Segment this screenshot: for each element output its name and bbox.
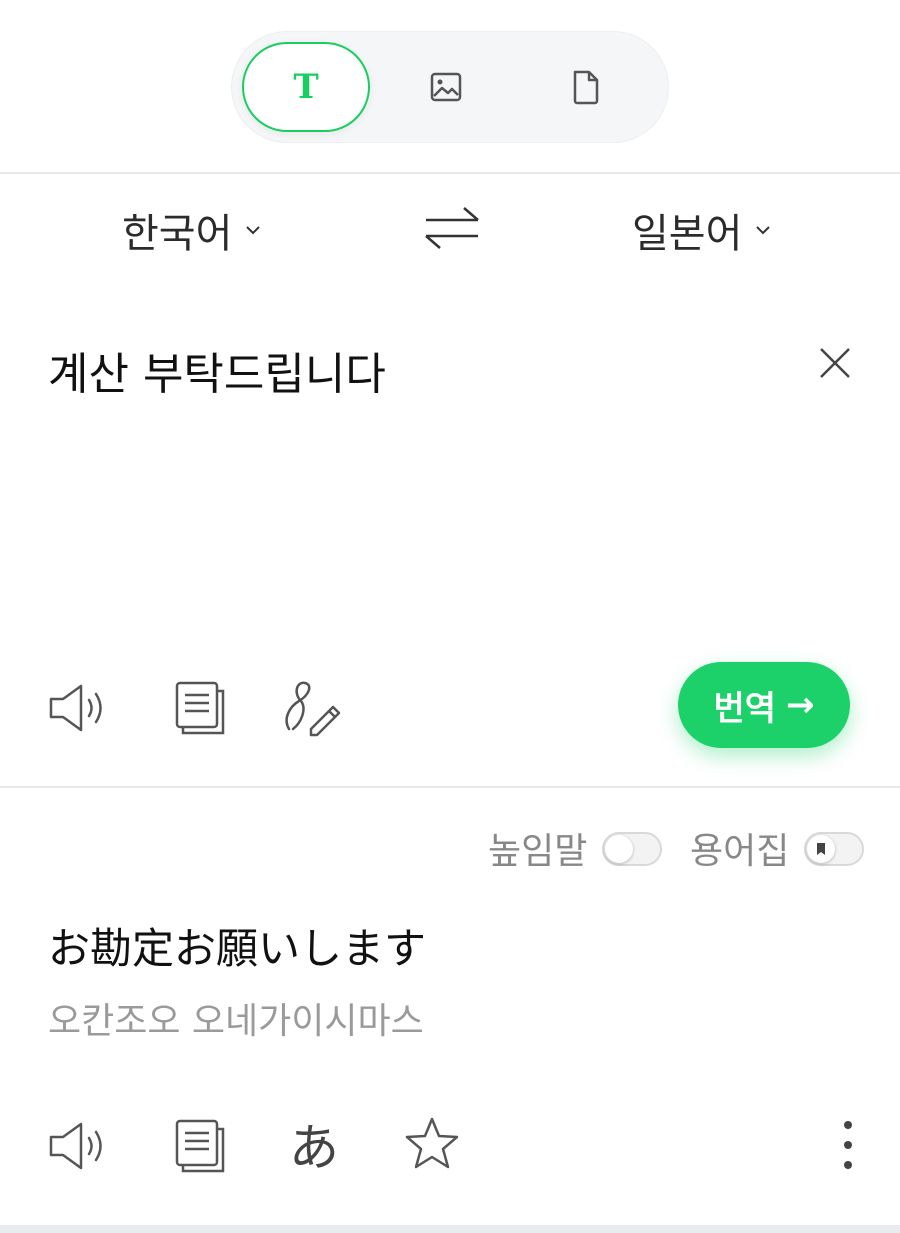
toggle-knob (605, 835, 633, 863)
text-T-icon: T (293, 67, 319, 107)
bottom-edge (0, 1225, 900, 1233)
result-copy-button[interactable] (166, 1114, 230, 1178)
source-speak-button[interactable] (46, 676, 110, 740)
source-language-label: 한국어 (122, 211, 233, 257)
target-language-label: 일본어 (632, 211, 743, 257)
target-language-select[interactable]: 일본어 (632, 200, 772, 260)
honorific-label: 높임말 (488, 831, 588, 872)
copy-icon (175, 1119, 225, 1173)
kana-button[interactable]: あ (282, 1112, 346, 1177)
input-mode-switch: T (231, 31, 669, 143)
speaker-icon (49, 1122, 102, 1170)
section-divider (0, 786, 900, 788)
text-mode-tab[interactable]: T (242, 42, 370, 132)
close-icon (820, 348, 850, 378)
speaker-icon (49, 684, 102, 732)
header-divider (0, 172, 900, 174)
glossary-label: 용어집 (690, 831, 790, 872)
more-vertical-icon (844, 1121, 852, 1169)
kana-icon: あ (289, 1119, 339, 1177)
translation-text: お勘定お願いします (48, 924, 427, 973)
image-icon (430, 72, 462, 102)
swap-arrows-icon (425, 207, 479, 249)
translate-button-label: 번역 (713, 688, 777, 729)
swap-languages-button[interactable] (424, 204, 480, 252)
chevron-down-icon (246, 226, 261, 235)
handwriting-button[interactable] (280, 676, 344, 740)
star-icon (405, 1117, 459, 1169)
handwriting-pen-icon (285, 681, 341, 737)
source-copy-button[interactable] (166, 676, 230, 740)
arrow-right-icon: → (786, 685, 815, 725)
image-mode-tab[interactable] (382, 42, 510, 132)
source-language-select[interactable]: 한국어 (122, 200, 262, 260)
translate-button[interactable]: 번역 → (678, 662, 850, 748)
pronunciation-text: 오칸조오 오네가이시마스 (48, 1001, 424, 1042)
copy-icon (175, 681, 225, 735)
bookmark-icon (817, 843, 825, 855)
result-speak-button[interactable] (46, 1114, 110, 1178)
glossary-toggle[interactable] (804, 832, 864, 866)
more-options-button[interactable] (826, 1115, 870, 1179)
source-text-input[interactable]: 계산 부탁드립니다 (48, 338, 386, 402)
chevron-down-icon (756, 226, 771, 235)
clear-text-button[interactable] (812, 340, 858, 386)
document-mode-tab[interactable] (522, 42, 650, 132)
honorific-toggle[interactable] (602, 832, 662, 866)
document-icon (573, 70, 599, 105)
toggle-knob (807, 835, 835, 863)
favorite-button[interactable] (400, 1112, 464, 1176)
